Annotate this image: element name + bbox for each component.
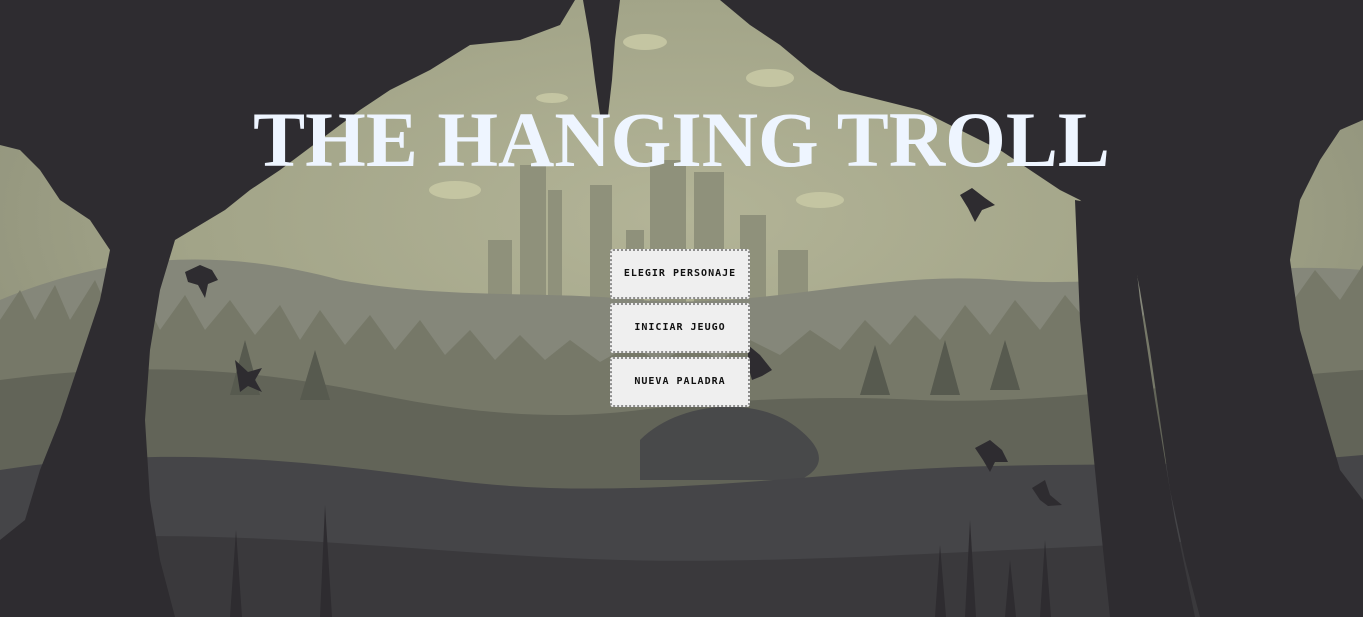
new-word-button[interactable]: NUEVA PALADRA (610, 357, 750, 407)
main-menu: ELEGIR PERSONAJE INICIAR JEUGO NUEVA PAL… (610, 249, 750, 411)
game-title: THE HANGING TROLL (253, 96, 1110, 183)
choose-character-button[interactable]: ELEGIR PERSONAJE (610, 249, 750, 299)
start-game-button[interactable]: INICIAR JEUGO (610, 303, 750, 353)
game-screen: THE HANGING TROLL ELEGIR PERSONAJE INICI… (0, 0, 1363, 617)
